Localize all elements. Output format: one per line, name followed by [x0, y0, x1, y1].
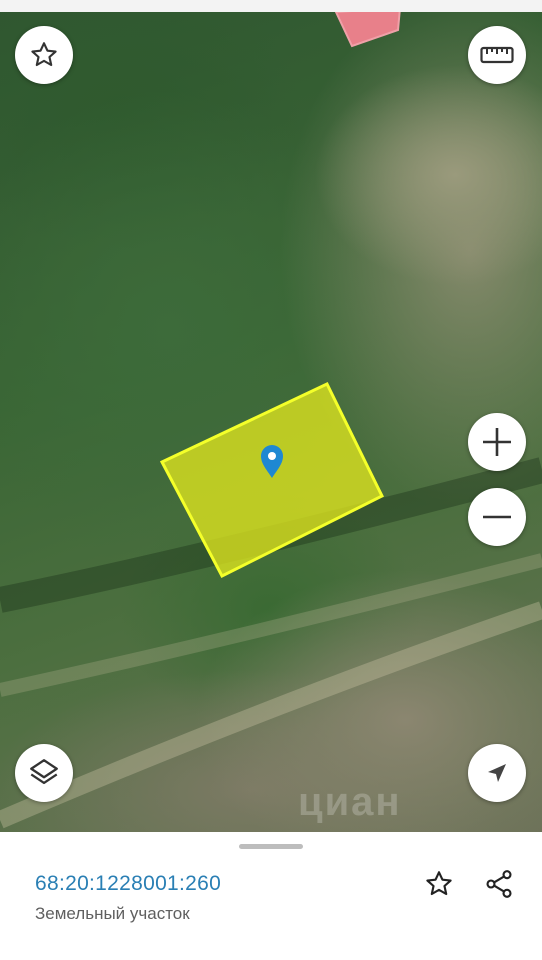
cadastral-number[interactable]: 68:20:1228001:260 — [35, 872, 221, 896]
ruler-icon — [480, 46, 514, 64]
locate-button[interactable] — [468, 744, 526, 802]
plus-icon — [483, 428, 511, 456]
favorite-map-button[interactable] — [15, 26, 73, 84]
layers-button[interactable] — [15, 744, 73, 802]
minus-icon — [483, 515, 511, 519]
layers-icon — [30, 759, 58, 785]
navigation-arrow-icon — [488, 764, 506, 782]
star-outline-icon — [426, 871, 452, 896]
favorite-button[interactable] — [421, 866, 457, 902]
neighbor-parcel[interactable] — [334, 6, 402, 48]
zoom-out-button[interactable] — [468, 488, 526, 546]
share-icon — [486, 870, 512, 898]
watermark: циан — [298, 780, 402, 824]
measure-button[interactable] — [468, 26, 526, 84]
map-view[interactable]: циан — [0, 0, 542, 832]
star-outline-icon — [31, 42, 57, 67]
object-type: Земельный участок — [35, 904, 190, 923]
bottom-sheet[interactable]: 68:20:1228001:260 Земельный участок — [0, 832, 542, 960]
share-button[interactable] — [481, 866, 517, 902]
sheet-drag-handle[interactable] — [239, 844, 303, 849]
map-overlay — [0, 0, 542, 829]
zoom-in-button[interactable] — [468, 413, 526, 471]
